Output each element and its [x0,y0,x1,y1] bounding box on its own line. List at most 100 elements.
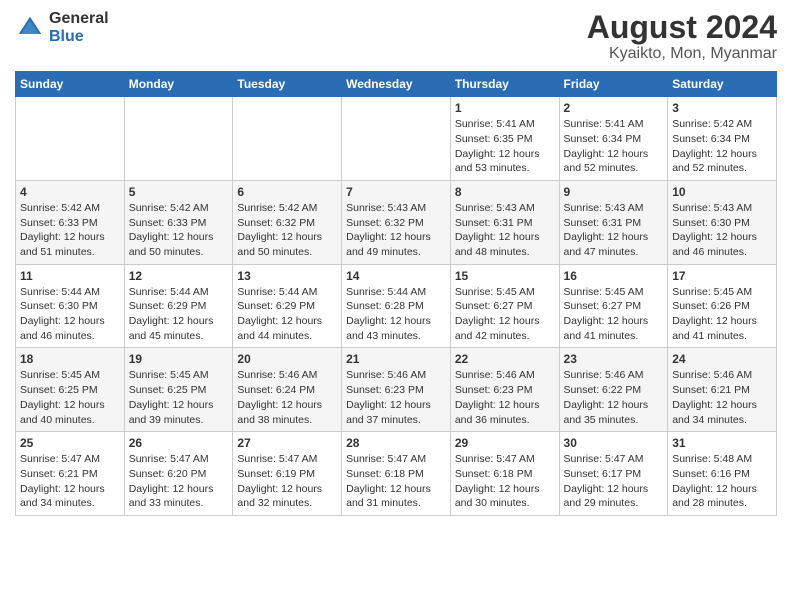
day-number: 18 [20,352,120,366]
calendar-day-cell: 16Sunrise: 5:45 AM Sunset: 6:27 PM Dayli… [559,264,668,348]
calendar-day-cell [16,97,125,181]
day-number: 8 [455,185,555,199]
calendar-day-cell: 29Sunrise: 5:47 AM Sunset: 6:18 PM Dayli… [450,432,559,516]
day-number: 10 [672,185,772,199]
day-info: Sunrise: 5:42 AM Sunset: 6:34 PM Dayligh… [672,117,772,176]
day-number: 12 [129,269,229,283]
calendar: Sunday Monday Tuesday Wednesday Thursday… [15,71,777,516]
calendar-day-cell: 3Sunrise: 5:42 AM Sunset: 6:34 PM Daylig… [668,97,777,181]
logo-icon [15,13,45,43]
subtitle: Kyaikto, Mon, Myanmar [587,45,777,63]
col-tuesday: Tuesday [233,72,342,97]
day-info: Sunrise: 5:42 AM Sunset: 6:32 PM Dayligh… [237,201,337,260]
day-number: 22 [455,352,555,366]
day-number: 25 [20,436,120,450]
calendar-day-cell: 6 Sunrise: 5:42 AM Sunset: 6:32 PM Daylig… [233,180,342,264]
calendar-day-cell: 15 Sunrise: 5:45 AM Sunset: 6:27 PM Dayli… [450,264,559,348]
day-info: Sunrise: 5:43 AM Sunset: 6:32 PM Dayligh… [346,201,446,260]
calendar-day-cell: 28 Sunrise: 5:47 AM Sunset: 6:18 PM Dayli… [342,432,451,516]
header: General Blue August 2024 Kyaikto, Mon, M… [15,10,777,63]
day-info: Sunrise: 5:41 AM Sunset: 6:34 PM Dayligh… [564,117,664,176]
day-number: 5 [129,185,229,199]
col-wednesday: Wednesday [342,72,451,97]
day-info: Sunrise: 5:46 AM Sunset: 6:22 PM Dayligh… [564,368,664,427]
calendar-week-row: 18 Sunrise: 5:45 AM Sunset: 6:25 PM Dayli… [16,348,777,432]
calendar-day-cell: 30Sunrise: 5:47 AM Sunset: 6:17 PM Dayli… [559,432,668,516]
day-info: Sunrise: 5:47 AM Sunset: 6:20 PM Dayligh… [129,452,229,511]
col-saturday: Saturday [668,72,777,97]
calendar-week-row: 11 Sunrise: 5:44 AM Sunset: 6:30 PM Dayli… [16,264,777,348]
logo-blue: Blue [49,28,84,45]
day-number: 7 [346,185,446,199]
calendar-day-cell: 13 Sunrise: 5:44 AM Sunset: 6:29 PM Dayli… [233,264,342,348]
day-info: Sunrise: 5:45 AM Sunset: 6:26 PM Dayligh… [672,285,772,344]
day-number: 27 [237,436,337,450]
day-number: 9 [564,185,664,199]
day-info: Sunrise: 5:47 AM Sunset: 6:18 PM Dayligh… [455,452,555,511]
day-number: 14 [346,269,446,283]
day-number: 13 [237,269,337,283]
calendar-day-cell: 25Sunrise: 5:47 AM Sunset: 6:21 PM Dayli… [16,432,125,516]
calendar-week-row: 25Sunrise: 5:47 AM Sunset: 6:21 PM Dayli… [16,432,777,516]
day-number: 6 [237,185,337,199]
calendar-day-cell: 22 Sunrise: 5:46 AM Sunset: 6:23 PM Dayli… [450,348,559,432]
calendar-day-cell: 23Sunrise: 5:46 AM Sunset: 6:22 PM Dayli… [559,348,668,432]
day-info: Sunrise: 5:44 AM Sunset: 6:30 PM Dayligh… [20,285,120,344]
calendar-day-cell [233,97,342,181]
calendar-day-cell: 1Sunrise: 5:41 AM Sunset: 6:35 PM Daylig… [450,97,559,181]
day-info: Sunrise: 5:46 AM Sunset: 6:23 PM Dayligh… [455,368,555,427]
logo: General Blue [15,10,109,46]
calendar-day-cell: 2Sunrise: 5:41 AM Sunset: 6:34 PM Daylig… [559,97,668,181]
day-number: 28 [346,436,446,450]
col-monday: Monday [124,72,233,97]
day-info: Sunrise: 5:46 AM Sunset: 6:24 PM Dayligh… [237,368,337,427]
calendar-week-row: 1Sunrise: 5:41 AM Sunset: 6:35 PM Daylig… [16,97,777,181]
day-info: Sunrise: 5:45 AM Sunset: 6:27 PM Dayligh… [455,285,555,344]
calendar-day-cell: 5Sunrise: 5:42 AM Sunset: 6:33 PM Daylig… [124,180,233,264]
calendar-header-row: Sunday Monday Tuesday Wednesday Thursday… [16,72,777,97]
day-info: Sunrise: 5:43 AM Sunset: 6:31 PM Dayligh… [564,201,664,260]
calendar-day-cell: 9 Sunrise: 5:43 AM Sunset: 6:31 PM Daylig… [559,180,668,264]
calendar-day-cell: 11 Sunrise: 5:44 AM Sunset: 6:30 PM Dayli… [16,264,125,348]
calendar-day-cell [342,97,451,181]
day-info: Sunrise: 5:46 AM Sunset: 6:21 PM Dayligh… [672,368,772,427]
calendar-day-cell: 10Sunrise: 5:43 AM Sunset: 6:30 PM Dayli… [668,180,777,264]
calendar-day-cell: 18 Sunrise: 5:45 AM Sunset: 6:25 PM Dayli… [16,348,125,432]
day-number: 30 [564,436,664,450]
calendar-day-cell [124,97,233,181]
day-number: 1 [455,101,555,115]
main-title: August 2024 [587,10,777,45]
calendar-day-cell: 24Sunrise: 5:46 AM Sunset: 6:21 PM Dayli… [668,348,777,432]
calendar-day-cell: 8Sunrise: 5:43 AM Sunset: 6:31 PM Daylig… [450,180,559,264]
day-info: Sunrise: 5:42 AM Sunset: 6:33 PM Dayligh… [20,201,120,260]
calendar-week-row: 4Sunrise: 5:42 AM Sunset: 6:33 PM Daylig… [16,180,777,264]
day-info: Sunrise: 5:45 AM Sunset: 6:27 PM Dayligh… [564,285,664,344]
calendar-day-cell: 21Sunrise: 5:46 AM Sunset: 6:23 PM Dayli… [342,348,451,432]
calendar-day-cell: 12 Sunrise: 5:44 AM Sunset: 6:29 PM Dayli… [124,264,233,348]
calendar-day-cell: 4Sunrise: 5:42 AM Sunset: 6:33 PM Daylig… [16,180,125,264]
day-info: Sunrise: 5:44 AM Sunset: 6:29 PM Dayligh… [237,285,337,344]
day-info: Sunrise: 5:47 AM Sunset: 6:18 PM Dayligh… [346,452,446,511]
col-friday: Friday [559,72,668,97]
day-info: Sunrise: 5:44 AM Sunset: 6:29 PM Dayligh… [129,285,229,344]
day-info: Sunrise: 5:46 AM Sunset: 6:23 PM Dayligh… [346,368,446,427]
day-number: 11 [20,269,120,283]
day-number: 26 [129,436,229,450]
day-info: Sunrise: 5:45 AM Sunset: 6:25 PM Dayligh… [129,368,229,427]
page-container: General Blue August 2024 Kyaikto, Mon, M… [0,0,792,526]
calendar-day-cell: 19 Sunrise: 5:45 AM Sunset: 6:25 PM Dayli… [124,348,233,432]
calendar-day-cell: 7 Sunrise: 5:43 AM Sunset: 6:32 PM Daylig… [342,180,451,264]
calendar-day-cell: 17Sunrise: 5:45 AM Sunset: 6:26 PM Dayli… [668,264,777,348]
calendar-day-cell: 26 Sunrise: 5:47 AM Sunset: 6:20 PM Dayli… [124,432,233,516]
day-info: Sunrise: 5:45 AM Sunset: 6:25 PM Dayligh… [20,368,120,427]
col-thursday: Thursday [450,72,559,97]
logo-text: General Blue [49,10,109,46]
calendar-day-cell: 27Sunrise: 5:47 AM Sunset: 6:19 PM Dayli… [233,432,342,516]
day-number: 15 [455,269,555,283]
day-info: Sunrise: 5:44 AM Sunset: 6:28 PM Dayligh… [346,285,446,344]
col-sunday: Sunday [16,72,125,97]
day-number: 20 [237,352,337,366]
title-area: August 2024 Kyaikto, Mon, Myanmar [587,10,777,63]
calendar-day-cell: 20 Sunrise: 5:46 AM Sunset: 6:24 PM Dayli… [233,348,342,432]
day-number: 19 [129,352,229,366]
